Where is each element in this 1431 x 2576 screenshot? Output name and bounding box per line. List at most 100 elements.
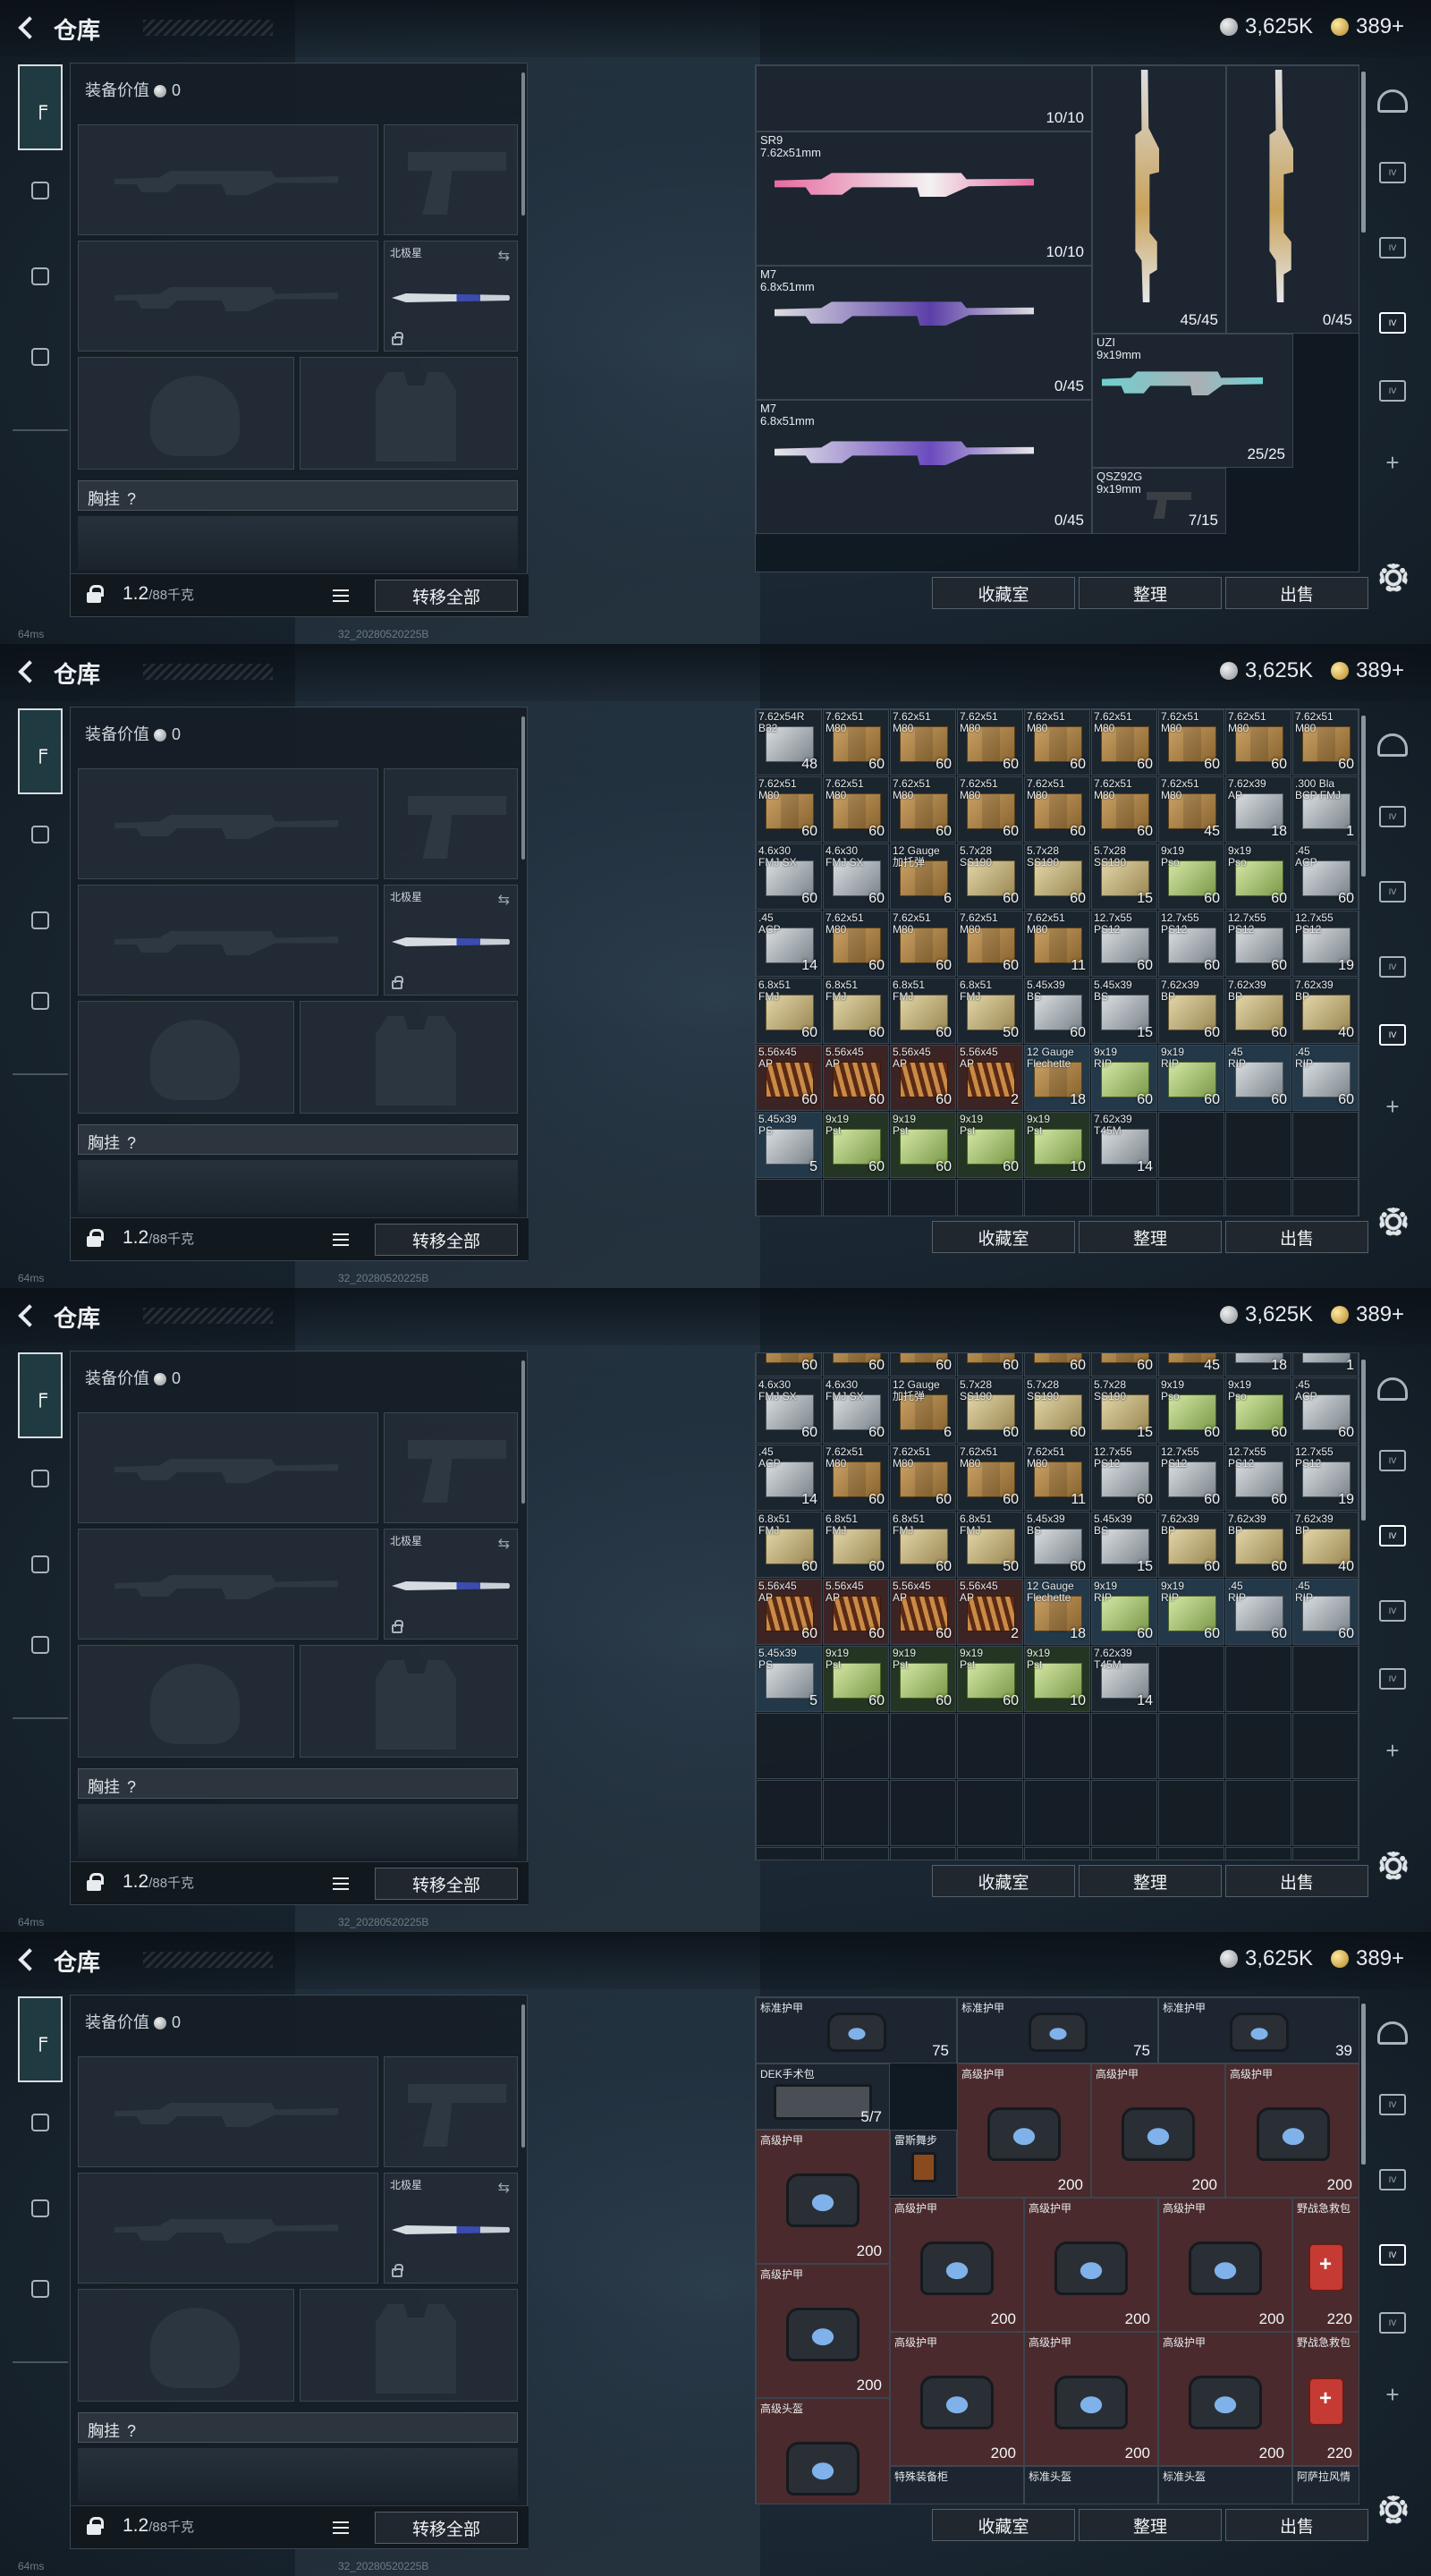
storage-gauge-icon[interactable] bbox=[1377, 1377, 1408, 1401]
ammo-cell[interactable]: 5.7x28 SS190 15 bbox=[1091, 843, 1157, 910]
vault-button[interactable]: 收藏室 bbox=[932, 1221, 1075, 1253]
gear-cell[interactable]: 特殊装备柜 bbox=[890, 2466, 1024, 2504]
sort-button[interactable]: 整理 bbox=[1079, 1221, 1222, 1253]
ammo-cell[interactable]: .45 ACP 14 bbox=[756, 1445, 822, 1511]
ammo-cell[interactable]: 7.62x51 M8060 bbox=[1091, 776, 1157, 843]
help-icon[interactable]: ? bbox=[127, 1778, 136, 1796]
ammo-cell[interactable]: 7.62x51 M8060 bbox=[957, 709, 1023, 775]
chest-rig-slot[interactable] bbox=[78, 516, 518, 570]
ammo-cell[interactable]: 7.62x51 M8060 bbox=[890, 1353, 956, 1377]
chest-rig-header[interactable]: 胸挂? bbox=[78, 1124, 518, 1155]
swap-icon[interactable]: ⇆ bbox=[498, 247, 510, 265]
stash-tab-3[interactable]: IV bbox=[1374, 304, 1411, 342]
helmet-slot[interactable] bbox=[78, 357, 294, 470]
ammo-cell[interactable]: 7.62x51 M8060 bbox=[756, 1353, 822, 1377]
stash-tab-2[interactable]: IV bbox=[1374, 2161, 1411, 2199]
ammo-cell[interactable]: 12.7x55 PS12 19 bbox=[1292, 1445, 1359, 1511]
list-icon[interactable] bbox=[330, 2517, 351, 2538]
ammo-cell[interactable]: 7.62x51 M8060 bbox=[1024, 709, 1090, 775]
helmet-slot[interactable] bbox=[78, 2289, 294, 2402]
sidearm-slot[interactable] bbox=[384, 2056, 518, 2167]
ammo-cell[interactable]: 5.45x39 BS 60 bbox=[1024, 978, 1090, 1044]
helmet-slot[interactable] bbox=[78, 1645, 294, 1758]
sort-button[interactable]: 整理 bbox=[1079, 577, 1222, 609]
tab-armor[interactable] bbox=[20, 1458, 61, 1499]
gear-cell[interactable]: 标准头盔 bbox=[1024, 2466, 1158, 2504]
ammo-cell[interactable]: 7.62x39 BP 40 bbox=[1292, 978, 1359, 1044]
weapon-cell[interactable]: 10/10 bbox=[756, 65, 1092, 131]
ammo-cell[interactable]: 12 Gauge 加托弹 6 bbox=[890, 1377, 956, 1444]
ammo-cell[interactable]: 7.62x51 M8060 bbox=[890, 1445, 956, 1511]
ammo-cell[interactable]: 6.8x51 FMJ 60 bbox=[823, 1512, 889, 1578]
ammo-cell[interactable]: 5.45x39 BS 15 bbox=[1091, 1512, 1157, 1578]
ammo-cell[interactable]: 7.62x51 M8060 bbox=[823, 911, 889, 977]
settings-gear-icon[interactable] bbox=[1379, 564, 1408, 592]
ammo-cell[interactable]: 7.62x51 M8060 bbox=[823, 776, 889, 843]
list-icon[interactable] bbox=[330, 1229, 351, 1250]
ammo-cell[interactable]: 7.62x39 BP 60 bbox=[1158, 978, 1224, 1044]
gear-cell[interactable]: 高级护甲 200 bbox=[1024, 2198, 1158, 2332]
list-icon[interactable] bbox=[330, 585, 351, 606]
gold-currency[interactable]: 389+ bbox=[1331, 1946, 1404, 1971]
gear-cell[interactable]: 野战急救包 220 bbox=[1292, 2332, 1359, 2466]
ammo-cell[interactable]: 9x19 Pst 10 bbox=[1024, 1112, 1090, 1178]
ammo-cell[interactable]: 5.56x45 AP 60 bbox=[756, 1045, 822, 1111]
chest-rig-header[interactable]: 胸挂? bbox=[78, 2412, 518, 2443]
ammo-cell[interactable]: 9x19 Pst 60 bbox=[890, 1646, 956, 1712]
ammo-cell[interactable]: 9x19 RIP 60 bbox=[1158, 1045, 1224, 1111]
back-arrow-icon[interactable] bbox=[14, 1302, 39, 1327]
stash-tab-2[interactable]: IV bbox=[1374, 1517, 1411, 1555]
settings-gear-icon[interactable] bbox=[1379, 2496, 1408, 2524]
ammo-cell[interactable]: 12 Gauge 加托弹 6 bbox=[890, 843, 956, 910]
ammo-cell[interactable]: 7.62x51 M8060 bbox=[1158, 709, 1224, 775]
ammo-cell[interactable]: 9x19 Pst 60 bbox=[823, 1646, 889, 1712]
tab-armor[interactable] bbox=[20, 814, 61, 855]
tab-armor[interactable] bbox=[20, 170, 61, 211]
tab-backpack[interactable] bbox=[20, 336, 61, 377]
stash-tab-4[interactable]: IV bbox=[1374, 1016, 1411, 1054]
ammo-cell[interactable]: 7.62x51 M8060 bbox=[1091, 709, 1157, 775]
ammo-cell[interactable]: 6.8x51 FMJ 60 bbox=[756, 1512, 822, 1578]
ammo-cell[interactable]: 5.56x45 AP 2 bbox=[957, 1579, 1023, 1645]
ammo-cell[interactable]: 12 Gauge Flechette 18 bbox=[1024, 1045, 1090, 1111]
helmet-slot[interactable] bbox=[78, 1001, 294, 1114]
list-icon[interactable] bbox=[330, 1873, 351, 1894]
ammo-cell[interactable]: 9x19 Pst 60 bbox=[957, 1646, 1023, 1712]
ammo-cell[interactable]: 5.56x45 AP 60 bbox=[756, 1579, 822, 1645]
chest-rig-header[interactable]: 胸挂? bbox=[78, 1768, 518, 1799]
ammo-cell[interactable]: 7.62x39 AP18 bbox=[1225, 1353, 1291, 1377]
ammo-cell[interactable]: 9x19 Pst 10 bbox=[1024, 1646, 1090, 1712]
ammo-cell[interactable]: 5.7x28 SS190 15 bbox=[1091, 1377, 1157, 1444]
scrollbar[interactable] bbox=[521, 2004, 525, 2148]
swap-icon[interactable]: ⇆ bbox=[498, 1535, 510, 1553]
gear-cell[interactable]: 标准护甲 75 bbox=[756, 1997, 957, 2063]
weapon-cell[interactable]: M7 6.8x51mm 0/45 bbox=[756, 266, 1092, 400]
ammo-cell[interactable]: 7.62x51 M8060 bbox=[890, 709, 956, 775]
ammo-cell[interactable]: 6.8x51 FMJ 50 bbox=[957, 978, 1023, 1044]
ammo-cell[interactable]: 7.62x51 M8060 bbox=[756, 776, 822, 843]
tab-backpack[interactable] bbox=[20, 980, 61, 1021]
stash-tab-4[interactable]: IV bbox=[1374, 1660, 1411, 1698]
storage-gauge-icon[interactable] bbox=[1377, 89, 1408, 113]
weapon-cell[interactable]: UZI 9x19mm 25/25 bbox=[1092, 334, 1293, 468]
sell-button[interactable]: 出售 bbox=[1225, 577, 1368, 609]
gear-cell[interactable]: 高级护甲 200 bbox=[1158, 2198, 1292, 2332]
gear-cell[interactable]: 标准护甲 75 bbox=[957, 1997, 1158, 2063]
ammo-cell[interactable]: .45 RIP 60 bbox=[1292, 1579, 1359, 1645]
gear-cell[interactable]: 高级头盔 bbox=[756, 2398, 890, 2504]
ammo-cell[interactable]: 7.62x51 M8045 bbox=[1158, 776, 1224, 843]
ammo-cell[interactable]: 5.45x39 BS 60 bbox=[1024, 1512, 1090, 1578]
gear-cell[interactable]: DEK手术包 5/7 bbox=[756, 2063, 890, 2130]
ammo-cell[interactable]: 9x19 RIP 60 bbox=[1158, 1579, 1224, 1645]
ammo-cell[interactable]: 7.62x51 M8060 bbox=[823, 1353, 889, 1377]
add-tab-plus-icon[interactable]: + bbox=[1374, 2376, 1411, 2413]
weapon-cell[interactable]: QSZ92G 9x19mm 7/15 bbox=[1092, 468, 1226, 534]
ammo-cell[interactable]: 4.6x30 FMJ SX 60 bbox=[823, 843, 889, 910]
ammo-cell[interactable]: 5.7x28 SS190 60 bbox=[957, 1377, 1023, 1444]
swap-icon[interactable]: ⇆ bbox=[498, 891, 510, 909]
ammo-cell[interactable]: .45 RIP 60 bbox=[1225, 1045, 1291, 1111]
weapon-cell[interactable]: M7 6.8x51mm 0/45 bbox=[756, 400, 1092, 534]
ammo-cell[interactable]: 7.62x51 M8060 bbox=[1024, 776, 1090, 843]
ammo-cell[interactable]: 7.62x51 M8045 bbox=[1158, 1353, 1224, 1377]
chest-rig-slot[interactable] bbox=[78, 1160, 518, 1214]
